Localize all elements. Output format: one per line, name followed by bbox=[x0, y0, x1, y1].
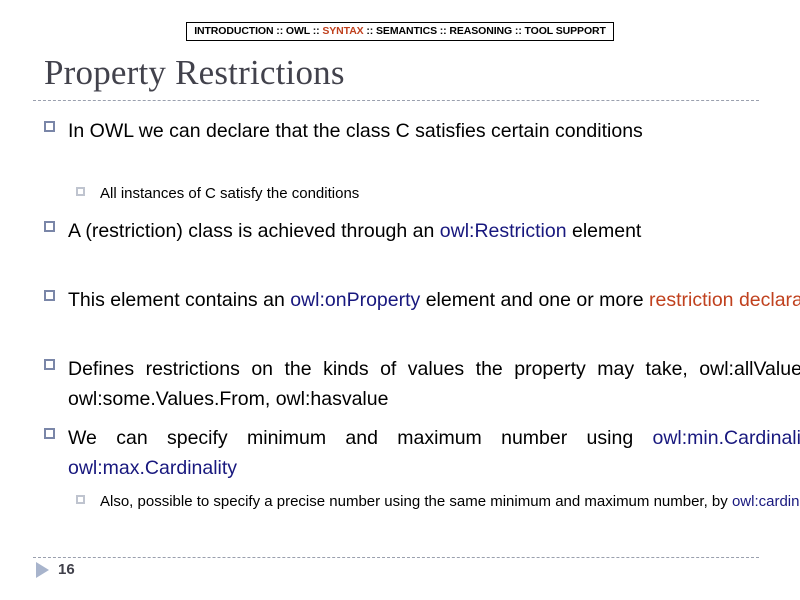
slide-footer: 16 bbox=[36, 562, 75, 578]
bullet-item: A (restriction) class is achieved throug… bbox=[0, 216, 800, 246]
emphasis-text-blue: owl:min.Cardinality bbox=[652, 427, 800, 449]
bullet-text: In OWL we can declare that the class C s… bbox=[68, 116, 800, 146]
bullet-text: A (restriction) class is achieved throug… bbox=[68, 216, 800, 246]
plain-text: Also, possible to specify a precise numb… bbox=[100, 493, 732, 510]
plain-text: We can specify minimum and maximum numbe… bbox=[68, 427, 653, 449]
bullet-item: This element contains an owl:onProperty … bbox=[0, 285, 800, 315]
hollow-square-bullet-icon bbox=[44, 221, 55, 232]
hollow-square-bullet-icon bbox=[44, 121, 55, 132]
hollow-square-bullet-icon bbox=[44, 290, 55, 301]
nav-separator: :: bbox=[363, 25, 377, 37]
plain-text: All instances of C satisfy the condition… bbox=[100, 185, 360, 202]
nav-item-semantics[interactable]: SEMANTICS bbox=[376, 25, 437, 37]
title-divider bbox=[33, 100, 759, 101]
sub-bullet-item: Also, possible to specify a precise numb… bbox=[0, 490, 800, 513]
footer-divider bbox=[33, 557, 759, 558]
nav-item-owl[interactable]: OWL bbox=[286, 25, 310, 37]
sub-bullet-text: Also, possible to specify a precise numb… bbox=[100, 493, 800, 510]
plain-text: In OWL we can declare that the class C s… bbox=[68, 120, 643, 142]
nav-item-reasoning[interactable]: REASONING bbox=[449, 25, 512, 37]
bullet-item: Defines restrictions on the kinds of val… bbox=[0, 354, 800, 414]
hollow-square-bullet-icon bbox=[76, 495, 85, 504]
plain-text: This element contains an bbox=[68, 289, 291, 311]
sub-bullet-text: All instances of C satisfy the condition… bbox=[100, 185, 359, 202]
sub-bullet-item: All instances of C satisfy the condition… bbox=[0, 182, 800, 205]
emphasis-text-blue: owl:max.Cardinality bbox=[68, 457, 238, 479]
nav-separator: :: bbox=[436, 25, 450, 37]
plain-text: Defines restrictions on the kinds of val… bbox=[68, 358, 800, 410]
nav-separator: :: bbox=[273, 25, 286, 37]
hollow-square-bullet-icon bbox=[76, 187, 85, 196]
plain-text: element bbox=[566, 220, 642, 242]
hollow-square-bullet-icon bbox=[44, 359, 55, 370]
page-number: 16 bbox=[58, 561, 75, 578]
nav-item-introduction[interactable]: INTRODUCTION bbox=[194, 25, 273, 37]
section-nav-box: INTRODUCTION :: OWL :: SYNTAX :: SEMANTI… bbox=[186, 22, 614, 41]
bullet-text: Defines restrictions on the kinds of val… bbox=[68, 354, 800, 414]
emphasis-text-blue: owl:Restriction bbox=[439, 220, 567, 242]
bullet-text: This element contains an owl:onProperty … bbox=[68, 285, 800, 315]
bullet-text: We can specify minimum and maximum numbe… bbox=[68, 423, 800, 483]
triangle-right-icon bbox=[36, 562, 49, 578]
hollow-square-bullet-icon bbox=[44, 428, 55, 439]
bullet-item: We can specify minimum and maximum numbe… bbox=[0, 423, 800, 483]
nav-item-syntax[interactable]: SYNTAX bbox=[322, 25, 363, 37]
bullet-item: In OWL we can declare that the class C s… bbox=[0, 116, 800, 146]
nav-item-tool-support[interactable]: TOOL SUPPORT bbox=[525, 25, 606, 37]
emphasis-text-blue: owl:onProperty bbox=[290, 289, 421, 311]
emphasis-text-red: restriction declarations bbox=[649, 289, 800, 311]
nav-separator: :: bbox=[512, 25, 525, 37]
section-nav-bar: INTRODUCTION :: OWL :: SYNTAX :: SEMANTI… bbox=[0, 21, 800, 41]
plain-text: A (restriction) class is achieved throug… bbox=[68, 220, 440, 242]
nav-separator: :: bbox=[309, 25, 323, 37]
emphasis-text-blue: owl:cardinality bbox=[731, 493, 800, 510]
page-title: Property Restrictions bbox=[44, 53, 345, 92]
plain-text: element and one or more bbox=[420, 289, 649, 311]
